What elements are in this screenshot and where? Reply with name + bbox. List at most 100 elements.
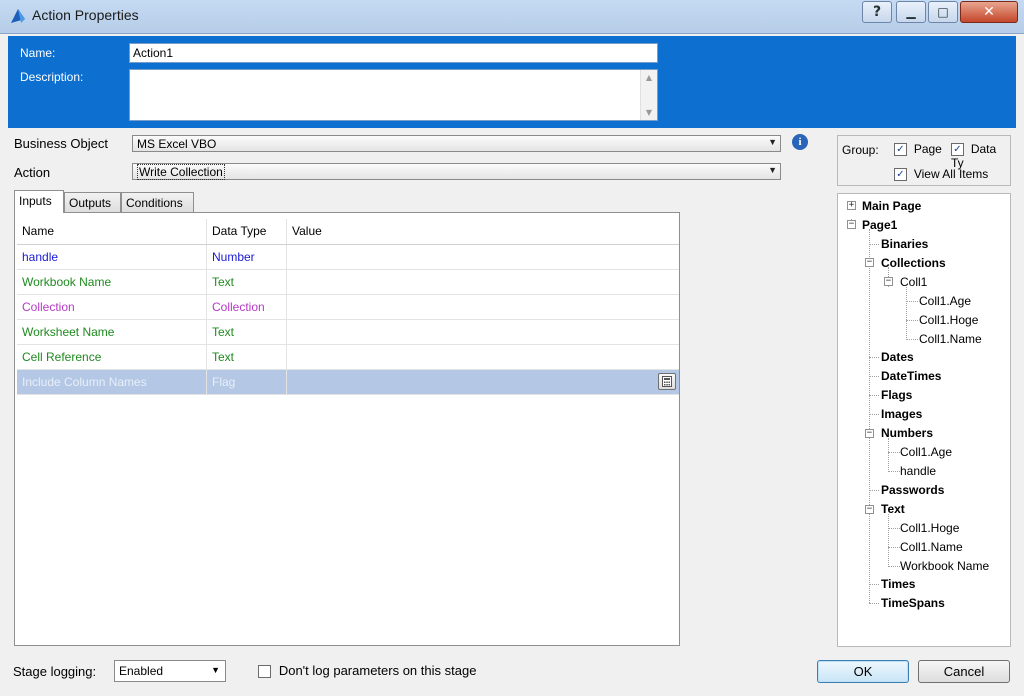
tree-item-handle[interactable]: handle <box>900 464 936 478</box>
stage-logging-value: Enabled <box>119 664 164 678</box>
tree-item-datetimes[interactable]: DateTimes <box>881 369 941 383</box>
column-header-name[interactable]: Name <box>17 219 207 244</box>
name-input[interactable]: Action1 <box>129 43 658 63</box>
tree-item-text-coll1-hoge[interactable]: Coll1.Hoge <box>900 521 959 535</box>
row-name-cell: Cell Reference <box>17 345 207 369</box>
row-value-cell[interactable] <box>287 245 679 269</box>
tab-outputs[interactable]: Outputs <box>64 192 121 213</box>
stage-logging-select[interactable]: Enabled ▼ <box>114 660 226 682</box>
description-input[interactable]: ▲ ▼ <box>129 69 658 121</box>
ok-button[interactable]: OK <box>817 660 909 683</box>
expression-editor-icon[interactable] <box>658 373 676 390</box>
check-icon: ✓ <box>894 143 907 156</box>
row-value-cell[interactable] <box>287 370 679 394</box>
row-value-cell[interactable] <box>287 320 679 344</box>
tree-item-passwords[interactable]: Passwords <box>881 483 944 497</box>
tab-inputs[interactable]: Inputs <box>14 190 64 213</box>
window-title: Action Properties <box>32 7 139 23</box>
row-name-cell: Collection <box>17 295 207 319</box>
row-type-cell: Text <box>207 270 287 294</box>
dropdown-arrow-icon: ▼ <box>768 165 777 175</box>
table-row[interactable]: Workbook Name Text <box>17 270 679 295</box>
tree-item-coll1-age[interactable]: Coll1.Age <box>919 294 971 308</box>
table-row[interactable]: handle Number <box>17 245 679 270</box>
action-select[interactable]: Write Collection ▼ <box>132 163 781 180</box>
business-object-select[interactable]: MS Excel VBO ▼ <box>132 135 781 152</box>
tree-item-flags[interactable]: Flags <box>881 388 912 402</box>
description-scrollbar[interactable]: ▲ ▼ <box>640 70 657 120</box>
tree-item-dates[interactable]: Dates <box>881 350 914 364</box>
tree-item-text-coll1-name[interactable]: Coll1.Name <box>900 540 963 554</box>
business-object-value: MS Excel VBO <box>137 137 217 151</box>
table-row[interactable]: Collection Collection <box>17 295 679 320</box>
page-checkbox[interactable]: ✓ Page <box>894 142 942 156</box>
cancel-button[interactable]: Cancel <box>918 660 1010 683</box>
description-label: Description: <box>20 70 84 84</box>
tree-item-numbers-coll1-age[interactable]: Coll1.Age <box>900 445 952 459</box>
app-logo-icon <box>11 9 25 23</box>
tree-item-collections[interactable]: Collections <box>881 256 946 270</box>
row-name-cell: Workbook Name <box>17 270 207 294</box>
tree-item-numbers[interactable]: Numbers <box>881 426 933 440</box>
tree-item-coll1[interactable]: Coll1 <box>900 275 927 289</box>
tree-item-text[interactable]: Text <box>881 502 905 516</box>
data-items-tree[interactable]: + − − − − − Main Page Page1 Binaries Col… <box>837 193 1011 647</box>
row-type-cell: Text <box>207 345 287 369</box>
help-button[interactable]: ? <box>862 1 892 23</box>
title-bar[interactable]: Action Properties ? ▁ □ ✕ <box>0 0 1024 34</box>
table-row[interactable]: Worksheet Name Text <box>17 320 679 345</box>
row-value-cell[interactable] <box>287 295 679 319</box>
collapse-icon[interactable]: − <box>865 429 874 438</box>
row-name-cell: Include Column Names <box>17 370 207 394</box>
row-type-cell: Number <box>207 245 287 269</box>
action-value: Write Collection <box>137 164 225 180</box>
view-all-items-checkbox[interactable]: ✓ View All Items <box>894 167 988 181</box>
dropdown-arrow-icon: ▼ <box>211 665 220 675</box>
tree-item-page1[interactable]: Page1 <box>862 218 897 232</box>
grid-header: Name Data Type Value <box>17 219 679 245</box>
name-label: Name: <box>20 46 56 60</box>
minimize-button[interactable]: ▁ <box>896 1 926 23</box>
collapse-icon[interactable]: − <box>865 258 874 267</box>
group-options: Group: ✓ Page ✓ Data Ty ✓ View All Items <box>837 135 1011 186</box>
row-name-cell: handle <box>17 245 207 269</box>
table-row-selected[interactable]: Include Column Names Flag <box>17 370 679 395</box>
business-object-label: Business Object <box>14 136 108 151</box>
view-all-items-label: View All Items <box>913 167 989 181</box>
tree-item-binaries[interactable]: Binaries <box>881 237 928 251</box>
check-icon: ✓ <box>951 143 964 156</box>
row-type-cell: Text <box>207 320 287 344</box>
tree-item-coll1-hoge[interactable]: Coll1.Hoge <box>919 313 978 327</box>
row-name-cell: Worksheet Name <box>17 320 207 344</box>
row-value-cell[interactable] <box>287 345 679 369</box>
tree-item-main-page[interactable]: Main Page <box>862 199 921 213</box>
tree-item-images[interactable]: Images <box>881 407 922 421</box>
check-icon: ✓ <box>894 168 907 181</box>
tab-conditions[interactable]: Conditions <box>121 192 194 213</box>
column-header-value[interactable]: Value <box>287 219 679 244</box>
tree-item-times[interactable]: Times <box>881 577 915 591</box>
column-header-data-type[interactable]: Data Type <box>207 219 287 244</box>
tree-item-workbook-name[interactable]: Workbook Name <box>900 559 989 573</box>
collapse-icon[interactable]: − <box>884 277 893 286</box>
checkbox-box <box>258 665 271 678</box>
collapse-icon[interactable]: − <box>847 220 856 229</box>
scroll-up-icon[interactable]: ▲ <box>646 73 652 82</box>
info-icon[interactable]: i <box>792 134 808 150</box>
action-label: Action <box>14 165 51 180</box>
row-type-cell: Collection <box>207 295 287 319</box>
stage-logging-label: Stage logging: <box>13 664 97 679</box>
collapse-icon[interactable]: − <box>865 505 874 514</box>
row-value-cell[interactable] <box>287 270 679 294</box>
dont-log-parameters-checkbox[interactable]: Don't log parameters on this stage <box>258 663 476 678</box>
dropdown-arrow-icon: ▼ <box>768 137 777 147</box>
close-button[interactable]: ✕ <box>960 1 1018 23</box>
dont-log-parameters-label: Don't log parameters on this stage <box>278 663 477 678</box>
scroll-down-icon[interactable]: ▼ <box>646 108 652 117</box>
expand-icon[interactable]: + <box>847 201 856 210</box>
tree-item-coll1-name[interactable]: Coll1.Name <box>919 332 982 346</box>
maximize-button[interactable]: □ <box>928 1 958 23</box>
tree-item-timespans[interactable]: TimeSpans <box>881 596 945 610</box>
data-type-checkbox[interactable]: ✓ Data Ty <box>951 142 1010 170</box>
table-row[interactable]: Cell Reference Text <box>17 345 679 370</box>
